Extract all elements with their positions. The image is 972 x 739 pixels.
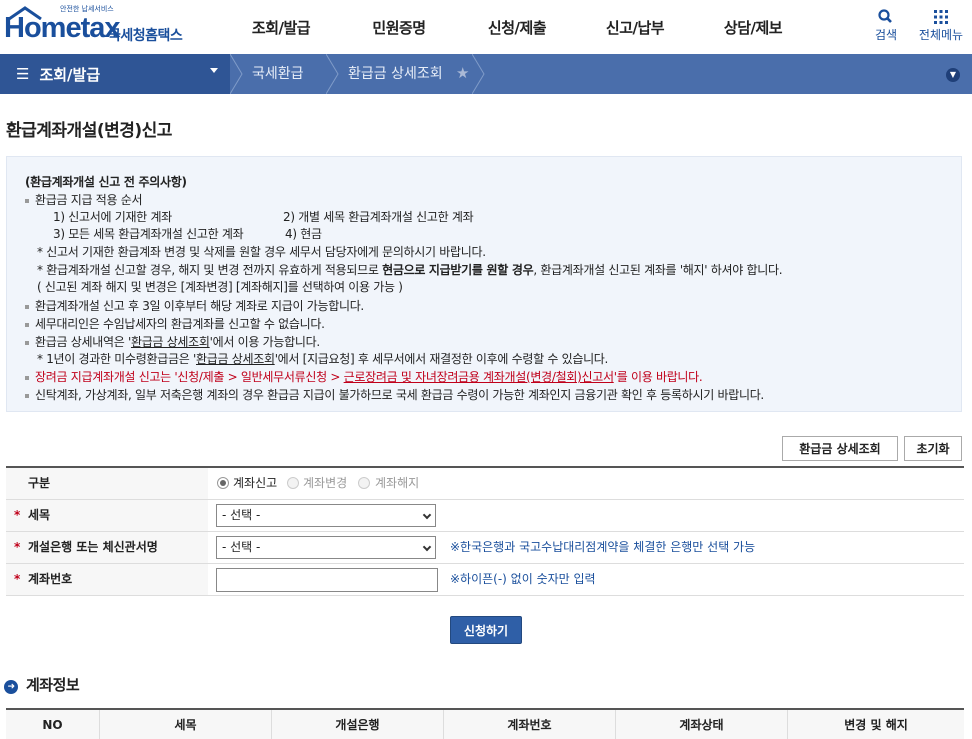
radio-account-register-label[interactable]: 계좌신고 (233, 468, 277, 499)
account-info-title: ➜ 계좌정보 (4, 674, 80, 695)
nav-civil-certificate[interactable]: 민원증명 (340, 0, 458, 54)
account-form: 구분 계좌신고 계좌변경 계좌해지 * 세목 - 선택 - * 개설은행 또는 체신… (6, 466, 964, 596)
nav-lookup-issue[interactable]: 조회/발급 (222, 0, 340, 54)
reset-button[interactable]: 초기화 (904, 436, 962, 461)
breadcrumb-menu-dropdown[interactable]: ☰ 조회/발급 (0, 54, 230, 94)
all-menu-button[interactable]: 전체메뉴 (914, 8, 968, 43)
notice-box: (환급계좌개설 신고 전 주의사항) 환급금 지급 적용 순서 1) 신고서에 … (6, 156, 962, 412)
notice-order-3: 3) 모든 세목 환급계좌개설 신고한 계좌 (53, 227, 244, 241)
form-row-bank: * 개설은행 또는 체신관서명 - 선택 - ※한국은행과 국고수납대리점계약을 … (6, 532, 964, 564)
chevron-right-icon (230, 54, 243, 94)
tax-select[interactable]: - 선택 - (216, 504, 436, 527)
incentive-account-form-link[interactable]: 근로장려금 및 자녀장려금용 계좌개설(변경/철회)신고서 (344, 370, 614, 384)
chevron-right-icon (472, 54, 485, 94)
required-mark: * (14, 540, 21, 554)
form-row-account: * 계좌번호 ※하이픈(-) 없이 숫자만 입력 (6, 564, 964, 596)
radio-account-change-label[interactable]: 계좌변경 (303, 468, 347, 499)
grid-menu-icon (934, 10, 948, 24)
search-label: 검색 (874, 28, 898, 42)
bank-hint: ※한국은행과 국고수납대리점계약을 체결한 은행만 선택 가능 (450, 540, 756, 554)
notice-heading: (환급계좌개설 신고 전 주의사항) (25, 175, 187, 189)
nav-apply-submit[interactable]: 신청/제출 (458, 0, 576, 54)
bank-select[interactable]: - 선택 - (216, 536, 436, 559)
main-nav: 조회/발급 민원증명 신청/제출 신고/납부 상담/제보 (222, 0, 812, 54)
tax-label: * 세목 (6, 500, 208, 531)
bank-label: * 개설은행 또는 체신관서명 (6, 532, 208, 563)
notice-item-3: 환급금 상세내역은 '환급금 상세조회'에서 이용 가능합니다. (25, 333, 320, 350)
breadcrumb-item-tax-refund[interactable]: 국세환급 (252, 54, 304, 94)
search-icon (878, 9, 892, 23)
column-header-bank: 개설은행 (272, 710, 444, 739)
column-header-tax: 세목 (100, 710, 272, 739)
caret-down-icon (210, 68, 218, 73)
notice-order-2: 2) 개별 세목 환급계좌개설 신고한 계좌 (283, 210, 474, 224)
required-mark: * (14, 508, 21, 522)
hamburger-icon: ☰ (16, 65, 30, 83)
radio-account-register[interactable] (217, 477, 229, 489)
notice-note-2: * 환급계좌개설 신고할 경우, 해지 및 변경 전까지 유효하게 적용되므로 … (37, 263, 783, 277)
breadcrumb-item-refund-detail[interactable]: 환급금 상세조회 (348, 54, 443, 94)
search-button[interactable]: 검색 (864, 8, 908, 43)
notice-item-1: 환급계좌개설 신고 후 3일 이후부터 해당 계좌로 지급이 가능합니다. (25, 297, 364, 314)
logo-korean-name: 국세청홈택스 (108, 28, 183, 44)
column-header-no: NO (6, 710, 100, 739)
column-header-account-number: 계좌번호 (444, 710, 616, 739)
notice-order-1: 1) 신고서에 기재한 계좌 (53, 210, 172, 224)
form-row-type: 구분 계좌신고 계좌변경 계좌해지 (6, 468, 964, 500)
notice-order-4: 4) 현금 (285, 227, 322, 241)
chevron-right-icon (326, 54, 339, 94)
refund-detail-link[interactable]: 환급금 상세조회 (131, 335, 210, 349)
chevron-down-icon (422, 542, 432, 552)
nav-consult-report[interactable]: 상담/제보 (694, 0, 812, 54)
submit-button[interactable]: 신청하기 (450, 616, 522, 644)
refund-detail-link-2[interactable]: 환급금 상세조회 (196, 352, 275, 366)
radio-account-cancel[interactable] (358, 477, 370, 489)
breadcrumb-home-label: 조회/발급 (39, 65, 101, 84)
chevron-down-icon (422, 510, 432, 520)
refund-detail-button[interactable]: 환급금 상세조회 (782, 436, 898, 461)
notice-order-title: 환급금 지급 적용 순서 (25, 191, 143, 208)
account-number-input[interactable] (216, 568, 438, 592)
form-row-tax: * 세목 - 선택 - (6, 500, 964, 532)
notice-item-3-sub: * 1년이 경과한 미수령환급금은 '환급금 상세조회'에서 [지급요청] 후 … (37, 352, 609, 366)
logo-wordmark: Hometax (4, 12, 120, 44)
account-info-table-header: NO 세목 개설은행 계좌번호 계좌상태 변경 및 해지 (6, 708, 964, 739)
all-menu-label: 전체메뉴 (918, 28, 964, 42)
column-header-change-cancel: 변경 및 해지 (844, 718, 908, 732)
page-title: 환급계좌개설(변경)신고 (6, 121, 172, 141)
notice-item-4: 장려금 지급계좌개설 신고는 '신청/제출 > 일반세무서류신청 > 근로장려금… (25, 368, 703, 385)
account-hint: ※하이픈(-) 없이 숫자만 입력 (450, 572, 596, 586)
nav-report-pay[interactable]: 신고/납부 (576, 0, 694, 54)
top-header: 안전한 납세서비스 Hometax 국세청홈택스 조회/발급 민원증명 신청/제… (0, 0, 972, 54)
account-label: * 계좌번호 (6, 564, 208, 595)
notice-item-5: 신탁계좌, 가상계좌, 일부 저축은행 계좌의 경우 환급금 지급이 불가하므로… (25, 386, 764, 403)
chevron-down-icon[interactable]: ▼ (946, 68, 960, 82)
radio-account-change[interactable] (287, 477, 299, 489)
type-label: 구분 (6, 468, 208, 499)
arrow-circle-icon: ➜ (4, 680, 18, 694)
notice-note-1: * 신고서 기재한 환급계좌 변경 및 삭제를 원할 경우 세무서 담당자에게 … (37, 245, 486, 259)
hometax-logo[interactable]: 안전한 납세서비스 Hometax 국세청홈택스 (4, 4, 194, 50)
breadcrumb: ☰ 조회/발급 국세환급 환급금 상세조회 ★ ▼ (0, 54, 972, 94)
column-header-account-status: 계좌상태 (616, 710, 788, 739)
required-mark: * (14, 572, 21, 586)
notice-item-2: 세무대리인은 수임납세자의 환급계좌를 신고할 수 없습니다. (25, 315, 325, 332)
radio-account-cancel-label[interactable]: 계좌해지 (375, 468, 419, 499)
star-icon[interactable]: ★ (456, 64, 469, 82)
notice-note-3: ( 신고된 계좌 해지 및 변경은 [계좌변경] [계좌해지]를 선택하여 이용… (37, 280, 403, 294)
